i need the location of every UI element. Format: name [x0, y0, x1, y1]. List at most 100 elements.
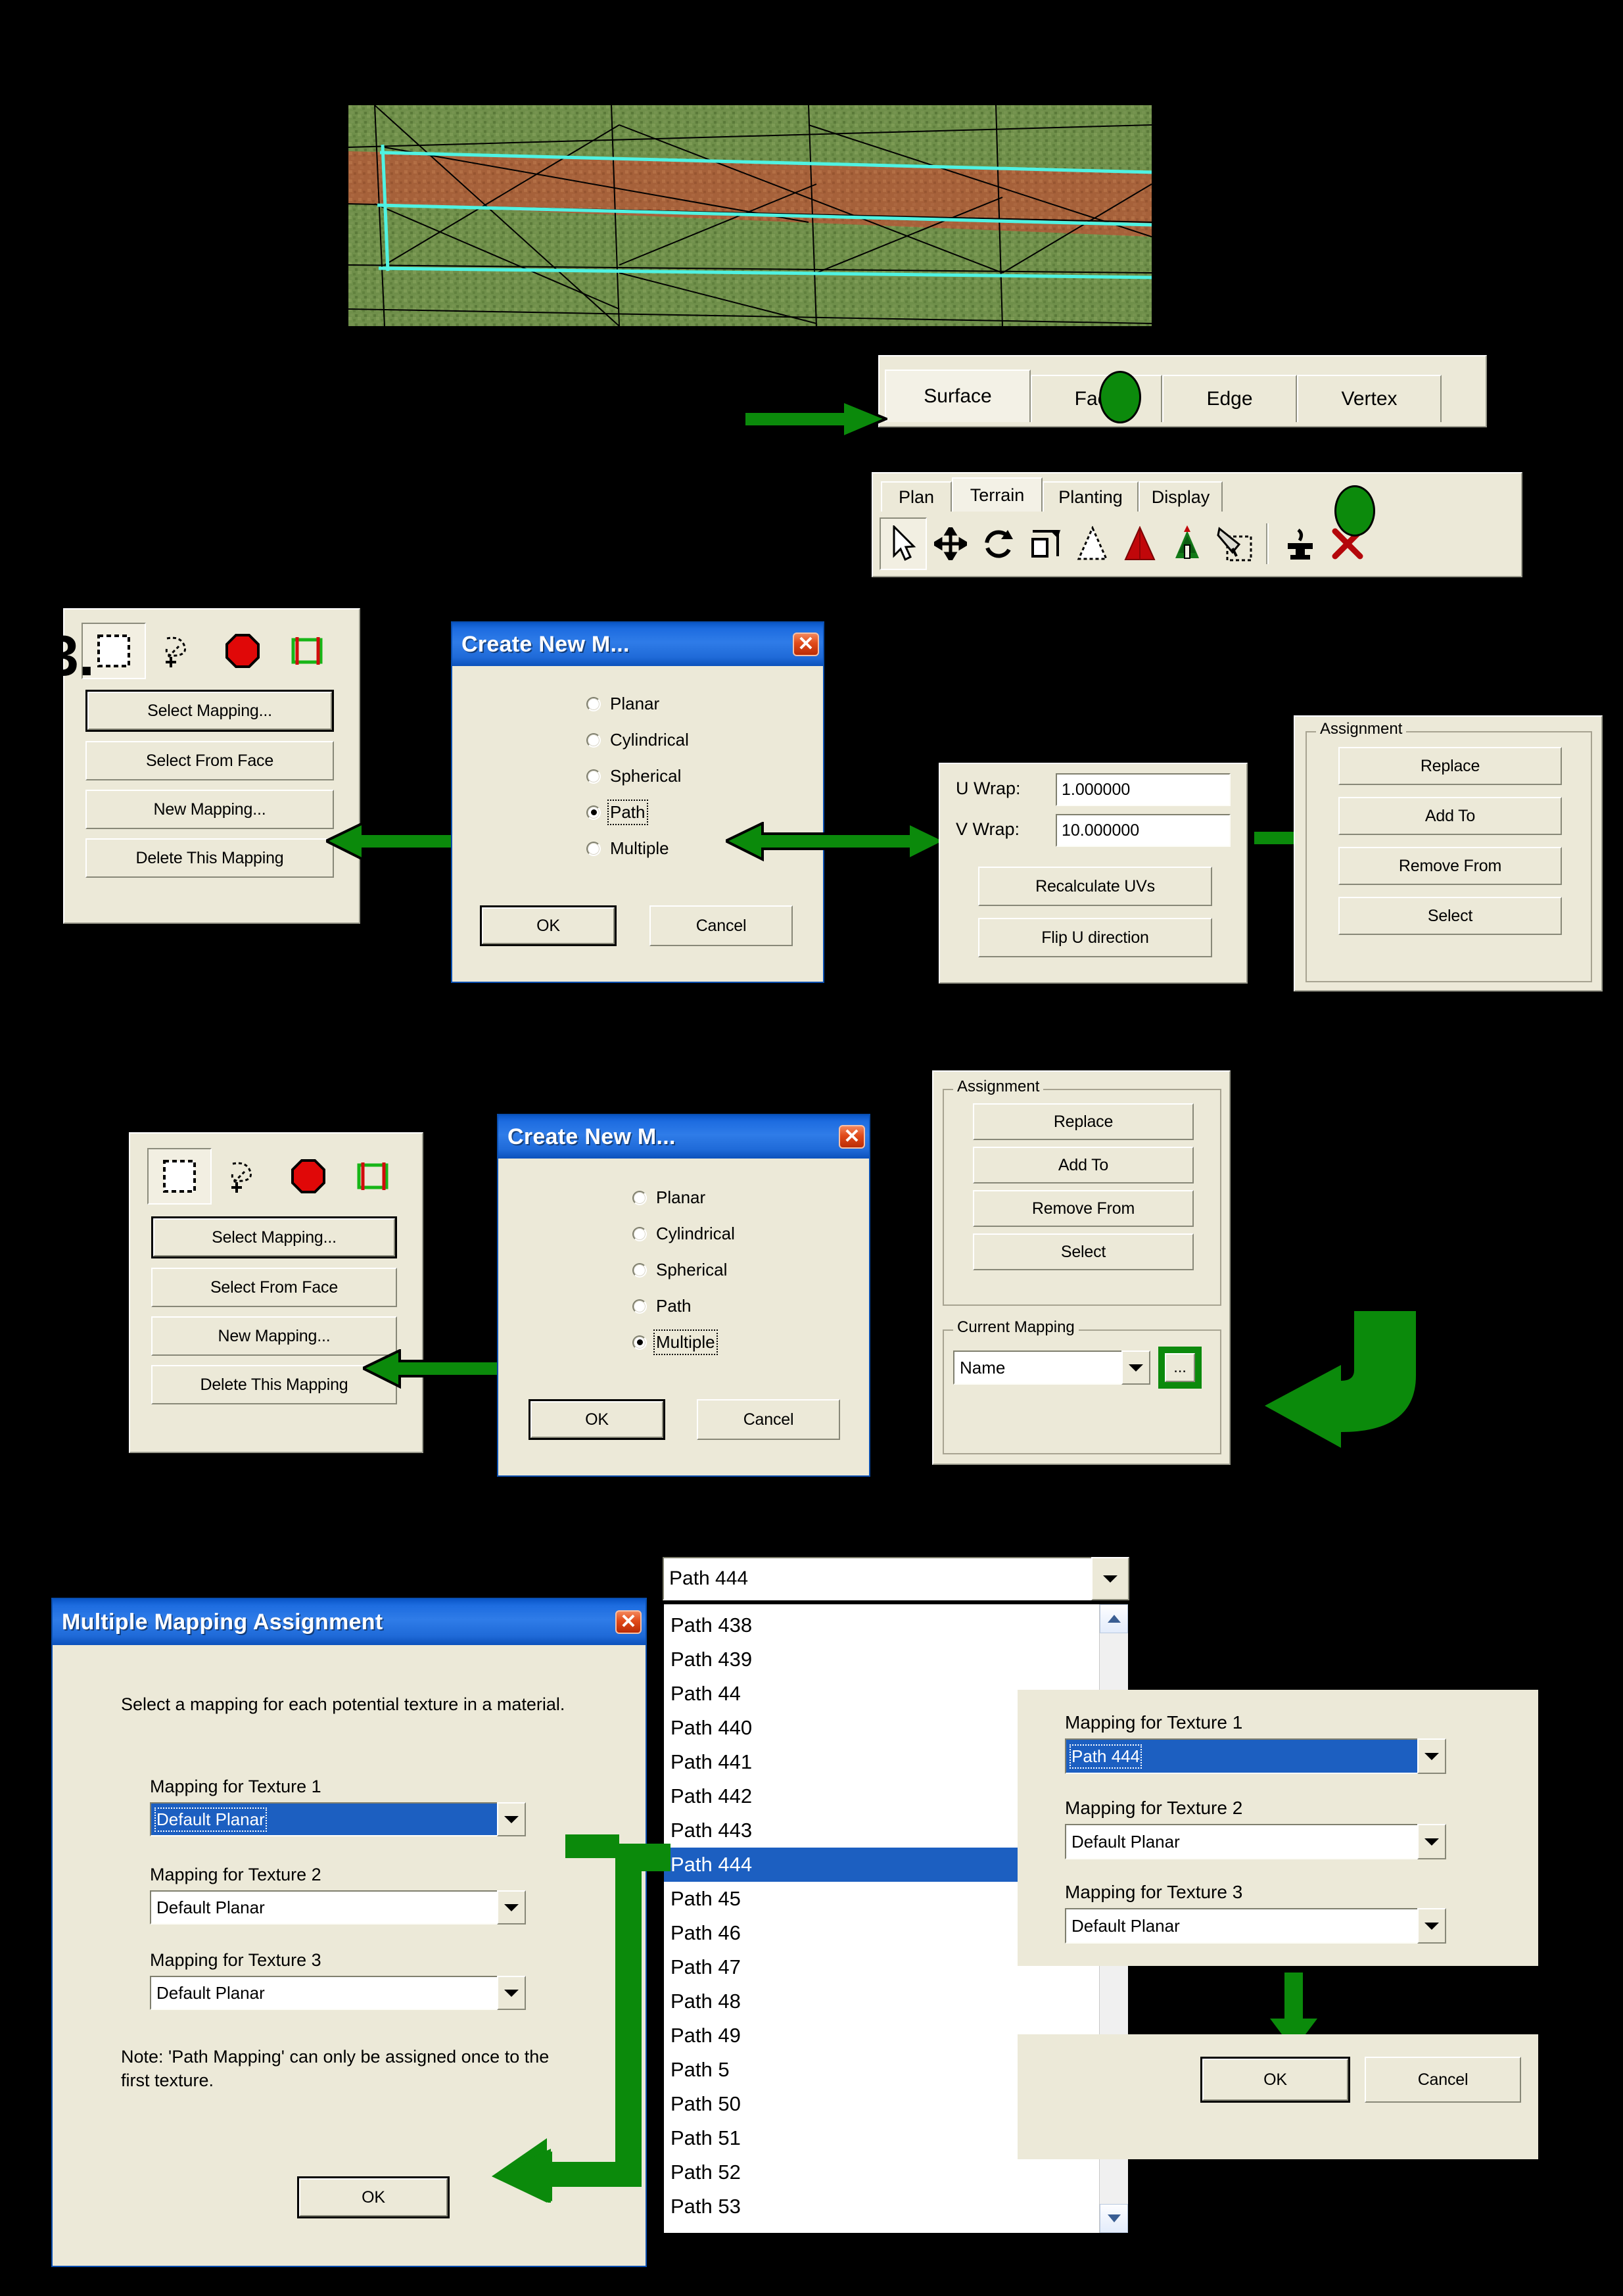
terrain-viewport[interactable]: [348, 105, 1152, 326]
red-octagon-icon[interactable]: [276, 1148, 341, 1205]
v-wrap-input[interactable]: 10.000000: [1056, 814, 1231, 847]
ok-button[interactable]: OK: [297, 2176, 450, 2218]
list-item[interactable]: Path 439: [664, 1642, 1128, 1677]
radio-spherical[interactable]: Spherical: [586, 766, 689, 786]
dialog-titlebar[interactable]: Multiple Mapping Assignment ✕: [53, 1599, 646, 1645]
close-icon[interactable]: ✕: [793, 633, 819, 656]
recalculate-uvs-button[interactable]: Recalculate UVs: [978, 867, 1212, 906]
radio-path[interactable]: Path: [586, 800, 689, 825]
scroll-up-icon[interactable]: [1100, 1604, 1128, 1633]
button-label: Select From Face: [145, 751, 274, 770]
dialog-titlebar[interactable]: Create New M... ✕: [498, 1115, 869, 1159]
close-icon[interactable]: ✕: [839, 1125, 865, 1149]
chevron-down-icon[interactable]: [1121, 1351, 1150, 1385]
radio-cylindrical[interactable]: Cylindrical: [586, 730, 689, 750]
step-number: 3.: [47, 625, 95, 688]
radio-multiple[interactable]: Multiple: [632, 1329, 735, 1355]
current-mapping-combo[interactable]: Name: [953, 1351, 1150, 1385]
move-icon[interactable]: [927, 517, 974, 570]
anvil-icon[interactable]: [1277, 517, 1324, 570]
chevron-down-icon[interactable]: [497, 1802, 526, 1836]
cancel-button[interactable]: Cancel: [697, 1399, 840, 1440]
ok-button[interactable]: OK: [1200, 2057, 1350, 2103]
select-mapping-button[interactable]: Select Mapping...: [151, 1216, 397, 1258]
chevron-down-icon[interactable]: [1417, 1738, 1446, 1774]
select-from-face-button[interactable]: Select From Face: [151, 1268, 397, 1307]
ok-button[interactable]: OK: [480, 905, 617, 946]
chevron-down-icon[interactable]: [1417, 1824, 1446, 1859]
select-button[interactable]: Select: [973, 1233, 1194, 1270]
tree-icon[interactable]: [1164, 517, 1211, 570]
list-item[interactable]: Path 53: [664, 2189, 1128, 2224]
radio-path[interactable]: Path: [632, 1296, 735, 1316]
mapping-gizmo-icon[interactable]: [341, 1148, 405, 1205]
cancel-button[interactable]: Cancel: [649, 905, 793, 946]
radio-planar[interactable]: Planar: [632, 1187, 735, 1208]
add-to-button[interactable]: Add To: [1338, 797, 1562, 835]
list-item[interactable]: Path 52: [664, 2155, 1128, 2189]
chevron-down-icon[interactable]: [1091, 1557, 1129, 1600]
result-texture-2-combo[interactable]: Default Planar: [1065, 1824, 1446, 1859]
select-button[interactable]: Select: [1338, 897, 1562, 935]
red-octagon-icon[interactable]: [210, 623, 275, 679]
triangle-outline-icon[interactable]: [1069, 517, 1116, 570]
select-mapping-button[interactable]: Select Mapping...: [85, 690, 334, 732]
delete-this-mapping-button[interactable]: Delete This Mapping: [85, 838, 334, 878]
ribbon-tab-planting[interactable]: Planting: [1043, 481, 1139, 512]
new-mapping-button[interactable]: New Mapping...: [85, 790, 334, 829]
lasso-add-select-icon[interactable]: [146, 623, 210, 679]
remove-from-button[interactable]: Remove From: [973, 1190, 1194, 1227]
mapping-button-list-2: Select Mapping... Select From Face New M…: [151, 1216, 397, 1404]
u-wrap-input[interactable]: 1.000000: [1056, 773, 1231, 806]
radio-multiple[interactable]: Multiple: [586, 838, 689, 859]
scroll-down-icon[interactable]: [1100, 2204, 1128, 2233]
dialog-titlebar[interactable]: Create New M... ✕: [452, 623, 823, 666]
button-label: Remove From: [1031, 1199, 1135, 1218]
material-paint-icon[interactable]: [1211, 517, 1258, 570]
ok-button[interactable]: OK: [529, 1399, 665, 1440]
new-mapping-button[interactable]: New Mapping...: [151, 1316, 397, 1356]
sub-object-tab-vertex[interactable]: Vertex: [1297, 375, 1442, 422]
cancel-button[interactable]: Cancel: [1365, 2057, 1521, 2103]
delete-this-mapping-button[interactable]: Delete This Mapping: [151, 1365, 397, 1404]
button-label: Cancel: [1417, 2070, 1469, 2089]
u-wrap-label: U Wrap:: [956, 778, 1021, 798]
lasso-add-select-icon[interactable]: [212, 1148, 276, 1205]
chevron-down-icon[interactable]: [1417, 1908, 1446, 1944]
add-to-button[interactable]: Add To: [973, 1147, 1194, 1184]
remove-from-button[interactable]: Remove From: [1338, 847, 1562, 885]
path-combo-closed-field[interactable]: Path 444: [663, 1557, 1129, 1600]
radio-cylindrical[interactable]: Cylindrical: [632, 1224, 735, 1244]
red-triangle-icon[interactable]: [1116, 517, 1164, 570]
list-item[interactable]: Path 438: [664, 1608, 1128, 1642]
result-texture-1-combo[interactable]: Path 444: [1065, 1738, 1446, 1774]
rotate-icon[interactable]: [974, 517, 1022, 570]
mapping-gizmo-icon[interactable]: [275, 623, 339, 679]
browse-button[interactable]: ...: [1165, 1353, 1195, 1382]
scale-icon[interactable]: [1022, 517, 1069, 570]
button-label: OK: [1202, 2059, 1348, 2101]
sub-object-tab-edge[interactable]: Edge: [1162, 375, 1297, 422]
sub-object-tab-face[interactable]: Face: [1031, 375, 1162, 422]
radio-spherical[interactable]: Spherical: [632, 1260, 735, 1280]
select-arrow-icon[interactable]: [880, 517, 927, 570]
select-from-face-button[interactable]: Select From Face: [85, 741, 334, 780]
result-texture-3-combo[interactable]: Default Planar: [1065, 1908, 1446, 1944]
texture-1-combo[interactable]: Default Planar: [150, 1802, 526, 1836]
ribbon-tab-terrain[interactable]: Terrain: [952, 477, 1043, 512]
ribbon-tab-display[interactable]: Display: [1139, 481, 1223, 512]
close-icon[interactable]: ✕: [615, 1610, 642, 1634]
result-texture-1-value: Path 444: [1065, 1738, 1417, 1774]
texture-row-1: Mapping for Texture 1 Default Planar: [150, 1777, 544, 1836]
radio-planar[interactable]: Planar: [586, 694, 689, 714]
replace-button[interactable]: Replace: [973, 1103, 1194, 1140]
radio-indicator: [586, 732, 601, 748]
flip-u-direction-button[interactable]: Flip U direction: [978, 918, 1212, 957]
replace-button[interactable]: Replace: [1338, 747, 1562, 785]
ribbon-tab-plan[interactable]: Plan: [881, 481, 952, 512]
button-label: ...: [1173, 1358, 1187, 1376]
sub-object-tab-surface[interactable]: Surface: [885, 370, 1031, 422]
rectangle-select-icon[interactable]: [147, 1148, 212, 1205]
radio-indicator: [632, 1190, 647, 1205]
list-item[interactable]: Path 48: [664, 1984, 1128, 2019]
